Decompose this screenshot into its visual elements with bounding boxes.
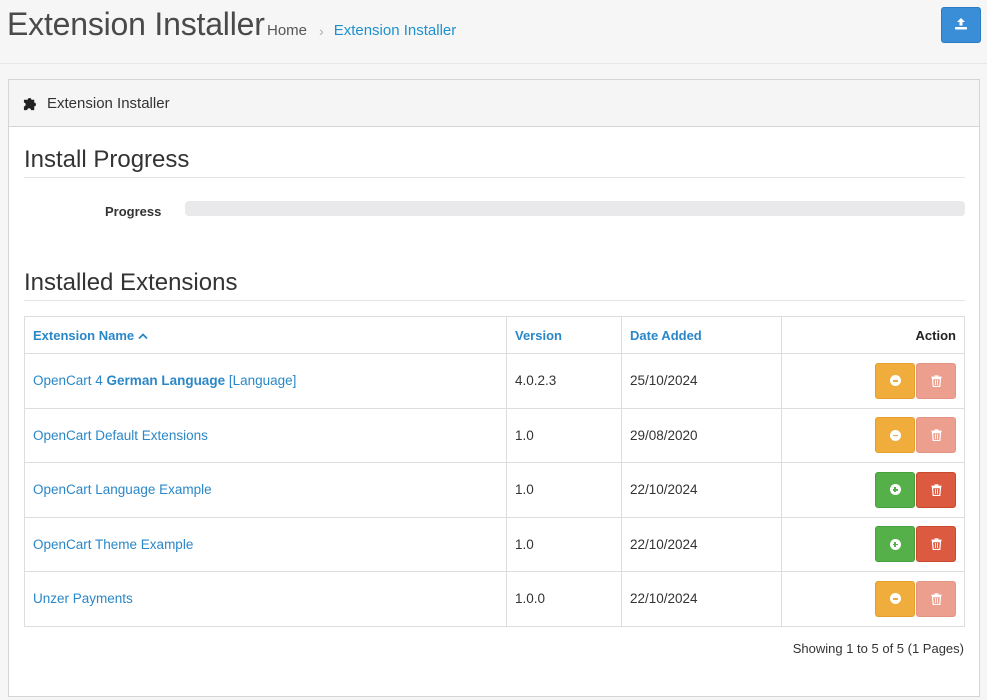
delete-button	[916, 362, 956, 399]
date-added-cell: 22/10/2024	[621, 516, 782, 572]
extension-installer-panel: Extension Installer Install Progress Pro…	[8, 79, 980, 697]
delete-button	[916, 417, 956, 454]
table-row: OpenCart Default Extensions 1.0 29/08/2020	[24, 407, 965, 463]
action-cell	[781, 462, 965, 518]
trash-icon	[931, 484, 941, 496]
delete-button[interactable]	[916, 471, 956, 508]
pagination-results: Showing 1 to 5 of 5 (1 Pages)	[792, 641, 964, 656]
sort-by-version-link[interactable]: Version	[515, 328, 562, 343]
action-cell	[781, 571, 965, 627]
page-header: Extension Installer Home › Extension Ins…	[0, 0, 987, 64]
trash-icon	[931, 375, 941, 387]
action-cell	[781, 516, 965, 572]
trash-icon	[931, 593, 941, 605]
page-title: Extension Installer	[7, 6, 265, 42]
installed-extensions-table: Extension Name Version Date Added Action…	[24, 316, 965, 627]
table-row: Unzer Payments 1.0.0 22/10/2024	[24, 571, 965, 627]
extension-name-link[interactable]: Unzer Payments	[33, 591, 133, 606]
plus-circle-icon	[889, 538, 901, 550]
extension-name-cell: Unzer Payments	[24, 571, 507, 627]
delete-button[interactable]	[916, 526, 956, 563]
uninstall-button[interactable]	[875, 580, 915, 617]
sort-by-name-link[interactable]: Extension Name	[33, 328, 148, 343]
install-button[interactable]	[875, 471, 915, 508]
column-header-version: Version	[506, 316, 622, 354]
extension-name-link[interactable]: OpenCart 4 German Language [Language]	[33, 373, 296, 388]
install-button[interactable]	[875, 526, 915, 563]
date-added-cell: 22/10/2024	[621, 571, 782, 627]
date-added-cell: 29/08/2020	[621, 407, 782, 463]
uninstall-button[interactable]	[875, 362, 915, 399]
chevron-up-icon	[138, 332, 148, 339]
uninstall-button[interactable]	[875, 417, 915, 454]
action-cell	[781, 407, 965, 463]
delete-button	[916, 580, 956, 617]
table-body: OpenCart 4 German Language [Language] 4.0…	[24, 353, 965, 627]
breadcrumb-current-link[interactable]: Extension Installer	[334, 22, 457, 39]
version-cell: 1.0	[506, 462, 622, 518]
table-row: OpenCart Theme Example 1.0 22/10/2024	[24, 516, 965, 572]
date-added-cell: 25/10/2024	[621, 353, 782, 409]
column-header-action: Action	[781, 316, 965, 354]
extension-name-cell: OpenCart Default Extensions	[24, 407, 507, 463]
sort-by-date-link[interactable]: Date Added	[630, 328, 702, 343]
table-row: OpenCart Language Example 1.0 22/10/2024	[24, 462, 965, 518]
puzzle-icon	[23, 96, 38, 111]
extension-name-cell: OpenCart 4 German Language [Language]	[24, 353, 507, 409]
table-row: OpenCart 4 German Language [Language] 4.0…	[24, 353, 965, 409]
plus-circle-icon	[889, 484, 901, 496]
minus-circle-icon	[889, 429, 901, 441]
install-progress-heading: Install Progress	[24, 146, 965, 178]
version-cell: 1.0.0	[506, 571, 622, 627]
version-cell: 1.0	[506, 516, 622, 572]
progress-label: Progress	[105, 204, 162, 219]
action-cell	[781, 353, 965, 409]
breadcrumb: Home › Extension Installer	[267, 22, 456, 39]
extension-name-link[interactable]: OpenCart Theme Example	[33, 537, 193, 552]
upload-button[interactable]	[941, 7, 981, 43]
table-header-row: Extension Name Version Date Added Action	[24, 316, 965, 354]
panel-heading: Extension Installer	[9, 80, 979, 127]
column-header-name: Extension Name	[24, 316, 507, 354]
extension-name-cell: OpenCart Theme Example	[24, 516, 507, 572]
trash-icon	[931, 538, 941, 551]
extension-name-link[interactable]: OpenCart Language Example	[33, 482, 212, 497]
minus-circle-icon	[889, 593, 901, 605]
extension-name-cell: OpenCart Language Example	[24, 462, 507, 518]
panel-title: Extension Installer	[47, 94, 170, 112]
installed-extensions-heading: Installed Extensions	[24, 269, 965, 301]
column-header-date: Date Added	[621, 316, 782, 354]
upload-icon	[954, 17, 968, 34]
trash-icon	[931, 429, 941, 442]
version-cell: 4.0.2.3	[506, 353, 622, 409]
breadcrumb-home-link[interactable]: Home	[267, 22, 307, 39]
breadcrumb-separator-icon: ›	[319, 22, 324, 39]
progress-bar	[185, 201, 965, 216]
minus-circle-icon	[889, 375, 901, 387]
version-cell: 1.0	[506, 407, 622, 463]
date-added-cell: 22/10/2024	[621, 462, 782, 518]
extension-name-link[interactable]: OpenCart Default Extensions	[33, 428, 208, 443]
